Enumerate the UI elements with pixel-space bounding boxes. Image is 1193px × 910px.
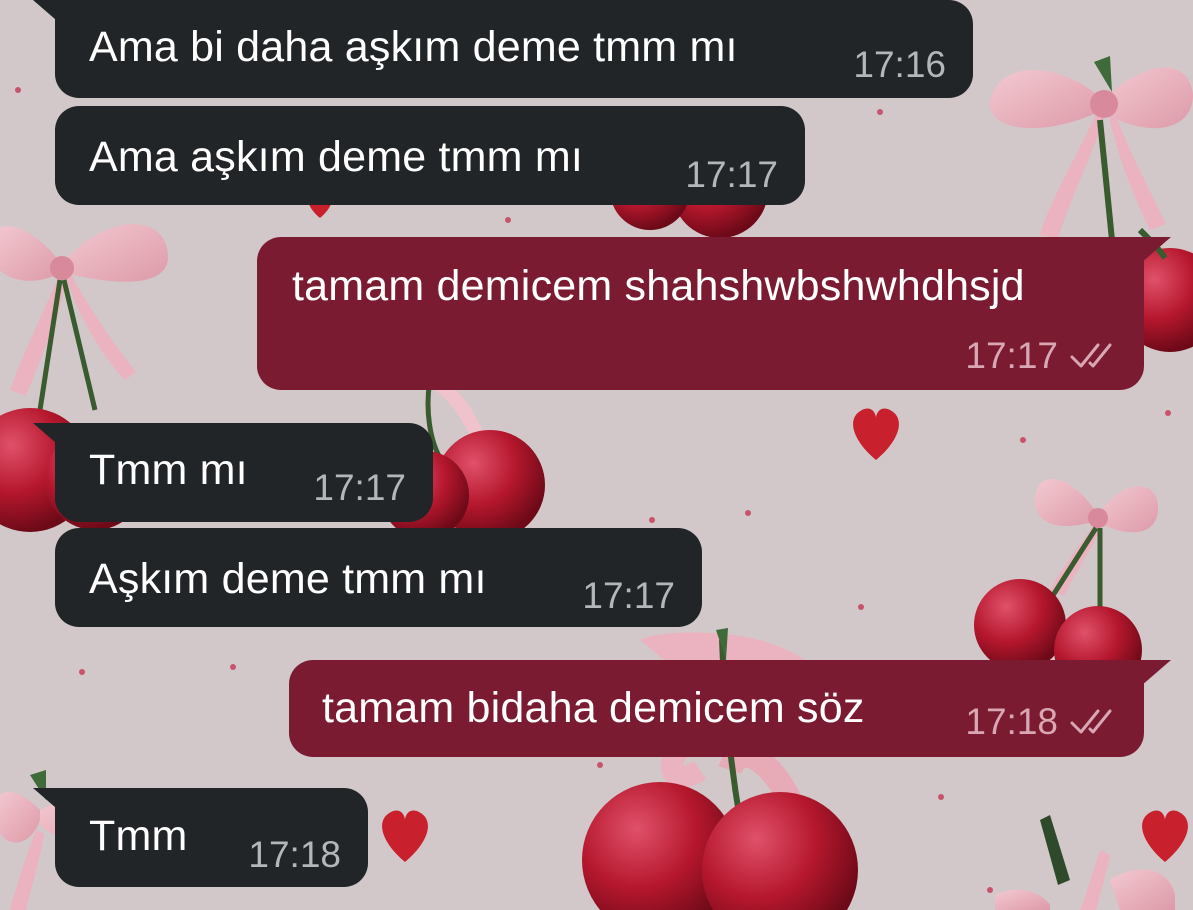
message-time: 17:17: [965, 337, 1116, 374]
timestamp: 17:17: [582, 575, 675, 616]
timestamp: 17:17: [965, 335, 1058, 376]
timestamp: 17:17: [685, 154, 778, 195]
message-text: tamam bidaha demicem söz: [322, 684, 865, 732]
read-checkmarks-icon: [1068, 707, 1116, 737]
message-time: 17:17: [685, 156, 778, 193]
message-time: 17:17: [582, 577, 675, 614]
timestamp: 17:16: [853, 44, 946, 85]
message-time: 17:16: [853, 46, 946, 83]
timestamp: 17:18: [248, 834, 341, 875]
message-text: Ama aşkım deme tmm mı: [89, 133, 583, 181]
message-text: Tmm: [89, 812, 188, 860]
message-text: tamam demicem shahshwbshwhdhsjd: [292, 262, 1025, 310]
incoming-message-bubble[interactable]: Ama bi daha aşkım deme tmm mı 17:16: [55, 0, 973, 98]
bubble-tail: [1141, 660, 1171, 686]
incoming-message-bubble[interactable]: Aşkım deme tmm mı 17:17: [55, 528, 702, 627]
message-text: Ama bi daha aşkım deme tmm mı: [89, 23, 738, 71]
outgoing-message-bubble[interactable]: tamam bidaha demicem söz 17:18: [289, 660, 1144, 757]
message-time: 17:18: [965, 703, 1116, 740]
timestamp: 17:17: [313, 467, 406, 508]
timestamp: 17:18: [965, 701, 1058, 742]
bubble-tail: [1141, 237, 1171, 263]
message-text: Tmm mı: [89, 446, 248, 494]
message-time: 17:18: [248, 836, 341, 873]
outgoing-message-bubble[interactable]: tamam demicem shahshwbshwhdhsjd 17:17: [257, 237, 1144, 390]
incoming-message-bubble[interactable]: Tmm 17:18: [55, 788, 368, 887]
message-list[interactable]: Ama bi daha aşkım deme tmm mı 17:16 Ama …: [0, 0, 1193, 910]
incoming-message-bubble[interactable]: Tmm mı 17:17: [55, 423, 433, 522]
message-text: Aşkım deme tmm mı: [89, 555, 487, 603]
read-checkmarks-icon: [1068, 341, 1116, 371]
message-time: 17:17: [313, 469, 406, 506]
incoming-message-bubble[interactable]: Ama aşkım deme tmm mı 17:17: [55, 106, 805, 205]
